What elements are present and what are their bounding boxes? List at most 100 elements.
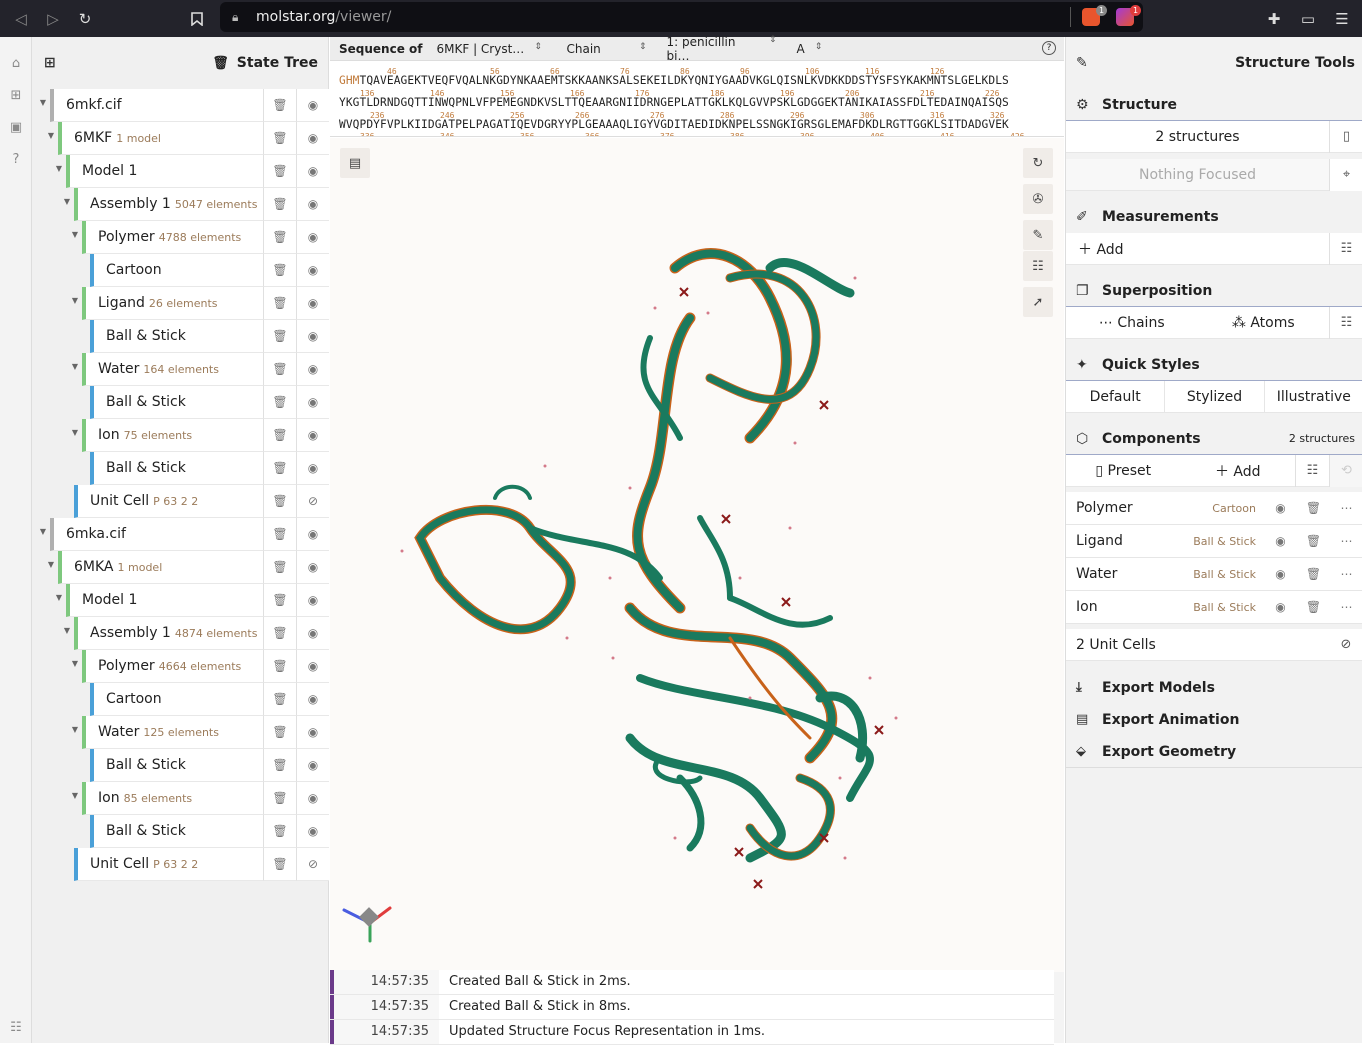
tree-icon[interactable]: ⊞ — [7, 86, 25, 104]
protein-structure-render[interactable] — [330, 138, 1064, 972]
tree-row-label[interactable]: Model 1 — [66, 155, 263, 188]
export-animation-button[interactable]: ▤ Export Animation — [1066, 704, 1362, 736]
trash-icon[interactable]: 🗑︎ — [263, 551, 296, 584]
trash-icon[interactable]: 🗑︎ — [263, 584, 296, 617]
tree-row-label[interactable]: Cartoon — [90, 683, 263, 716]
tree-row[interactable]: ▼ Water 164 elements 🗑︎ ◉ — [72, 353, 329, 386]
tree-row[interactable]: Ball & Stick 🗑︎ ◉ — [90, 386, 329, 419]
eye-icon[interactable]: ◉ — [296, 518, 329, 551]
eye-icon[interactable]: ◉ — [296, 188, 329, 221]
tree-row-label[interactable]: Ion 75 elements — [82, 419, 263, 452]
tree-row-label[interactable]: Ligand 26 elements — [82, 287, 263, 320]
caret-down-icon[interactable]: ▼ — [60, 197, 74, 206]
eye-icon[interactable]: ◉ — [296, 782, 329, 815]
entry-select[interactable]: 6MKF | Cryst… ⇕ — [437, 42, 547, 56]
trash-icon[interactable]: 🗑︎ — [263, 749, 296, 782]
component-representation[interactable]: Ball & Stick — [1193, 601, 1256, 614]
home-icon[interactable]: ⌂ — [7, 54, 25, 72]
trash-icon[interactable]: 🗑︎ — [263, 650, 296, 683]
tree-row[interactable]: ▼ Ligand 26 elements 🗑︎ ◉ — [72, 287, 329, 320]
atoms-button[interactable]: ⁂ Atoms — [1198, 315, 1330, 331]
caret-down-icon[interactable]: ▼ — [36, 98, 50, 107]
eye-icon[interactable]: ◉ — [296, 683, 329, 716]
eye-icon[interactable]: ◉ — [1264, 492, 1297, 525]
eye-icon[interactable]: ◉ — [296, 287, 329, 320]
extensions-icon[interactable]: ✚ — [1263, 8, 1285, 30]
focus-row[interactable]: Nothing Focused ⌖ — [1066, 158, 1362, 191]
sequence-line-1[interactable]: GHMTQAVEAGEKTVEQFVQALNKGDYNKAAEMTSKKAANK… — [339, 74, 1009, 87]
eye-icon[interactable]: ◉ — [296, 353, 329, 386]
mode-select[interactable]: Chain ⇕ — [567, 42, 647, 56]
eye-icon[interactable]: ◉ — [1264, 591, 1297, 624]
unit-cells-row[interactable]: 2 Unit Cells ⊘ — [1066, 629, 1362, 661]
superposition-header[interactable]: ❐ Superposition — [1066, 275, 1362, 307]
caret-down-icon[interactable]: ▼ — [68, 362, 82, 371]
tree-row[interactable]: ▼ Assembly 1 5047 elements 🗑︎ ◉ — [64, 188, 329, 221]
structure-count-row[interactable]: 2 structures ▯ — [1066, 120, 1362, 153]
trash-icon[interactable]: 🗑︎ — [263, 716, 296, 749]
entity-select[interactable]: 1: penicillin bi… ⇕ — [667, 35, 777, 63]
reload-icon[interactable]: ↻ — [74, 8, 96, 30]
help-icon[interactable]: ? — [7, 150, 25, 168]
trash-icon[interactable]: 🗑︎ — [263, 254, 296, 287]
eye-icon[interactable]: ◉ — [296, 452, 329, 485]
tree-row-label[interactable]: Polymer 4788 elements — [82, 221, 263, 254]
trash-icon[interactable]: 🗑︎ — [263, 122, 296, 155]
caret-down-icon[interactable]: ▼ — [68, 230, 82, 239]
eye-icon[interactable]: ◉ — [296, 122, 329, 155]
tree-row[interactable]: ▼ Polymer 4664 elements 🗑︎ ◉ — [72, 650, 329, 683]
caret-down-icon[interactable]: ▼ — [52, 593, 66, 602]
caret-down-icon[interactable]: ▼ — [44, 131, 58, 140]
add-measurement-button[interactable]: ＋ Add — [1066, 239, 1329, 259]
eye-icon[interactable]: ◉ — [296, 386, 329, 419]
3d-viewport[interactable]: ▤ ↻ ✇ ✎ ☷ ➚ — [330, 138, 1064, 972]
more-icon[interactable]: ⋯ — [1330, 525, 1362, 558]
tree-row-label[interactable]: Ball & Stick — [90, 320, 263, 353]
settings-sliders-icon[interactable]: ☷ — [1295, 454, 1329, 487]
tree-row[interactable]: Ball & Stick 🗑︎ ◉ — [90, 749, 329, 782]
eye-off-icon[interactable]: ⊘ — [1329, 629, 1362, 661]
sequence-view[interactable]: 46 56 66 76 86 96 106 116 126 GHMTQAVEAGEKTVEQFV… — [330, 61, 1064, 137]
address-bar[interactable]: 🔒︎ molstar.org/viewer/ 1 1 — [220, 2, 1143, 32]
eye-icon[interactable]: ◉ — [296, 320, 329, 353]
eye-icon[interactable]: ◉ — [296, 650, 329, 683]
trash-icon[interactable]: 🗑︎ — [263, 386, 296, 419]
tree-row-label[interactable]: 6mka.cif — [50, 518, 263, 551]
measurements-header[interactable]: ✐ Measurements — [1066, 201, 1362, 233]
trash-icon[interactable]: 🗑︎ — [263, 452, 296, 485]
component-row[interactable]: Ligand Ball & Stick ◉ 🗑︎ ⋯ — [1066, 525, 1362, 558]
tree-row[interactable]: ▼ Water 125 elements 🗑︎ ◉ — [72, 716, 329, 749]
sequence-line-2[interactable]: YKGTLDRNDGQTTINWQPNLVFPEMEGNDKVSLTTQEAAR… — [339, 96, 1009, 109]
trash-icon[interactable]: 🗑︎ — [263, 848, 296, 881]
component-row[interactable]: Polymer Cartoon ◉ 🗑︎ ⋯ — [1066, 492, 1362, 525]
settings-sliders-icon[interactable]: ☷ — [1329, 306, 1362, 339]
trash-icon[interactable]: 🗑︎ — [263, 518, 296, 551]
tree-row[interactable]: ▼ 6MKA 1 model 🗑︎ ◉ — [48, 551, 329, 584]
eye-icon[interactable]: ◉ — [296, 551, 329, 584]
eye-icon[interactable]: ◉ — [296, 617, 329, 650]
caret-down-icon[interactable]: ▼ — [68, 725, 82, 734]
add-component-button[interactable]: ＋ Add — [1181, 461, 1296, 481]
tree-row[interactable]: ▼ Ion 75 elements 🗑︎ ◉ — [72, 419, 329, 452]
bookmark-icon[interactable]: ▯ — [1329, 120, 1362, 153]
eye-icon[interactable]: ◉ — [1264, 525, 1297, 558]
tree-row[interactable]: ▼ Model 1 🗑︎ ◉ — [56, 584, 329, 617]
menu-icon[interactable]: ☰ — [1331, 8, 1353, 30]
trash-icon[interactable]: 🗑︎ — [263, 188, 296, 221]
tree-row-label[interactable]: Ball & Stick — [90, 386, 263, 419]
tree-row-label[interactable]: Assembly 1 4874 elements — [74, 617, 263, 650]
caret-down-icon[interactable]: ▼ — [68, 659, 82, 668]
caret-down-icon[interactable]: ▼ — [68, 791, 82, 800]
eye-off-icon[interactable]: ⊘ — [296, 848, 329, 881]
tree-row[interactable]: Ball & Stick 🗑︎ ◉ — [90, 815, 329, 848]
eye-icon[interactable]: ◉ — [296, 749, 329, 782]
tree-row-label[interactable]: 6MKF 1 model — [58, 122, 263, 155]
trash-icon[interactable]: 🗑︎ — [263, 287, 296, 320]
trash-icon[interactable]: 🗑︎ — [263, 485, 296, 518]
trash-icon[interactable]: 🗑︎ — [212, 56, 229, 71]
tree-row-label[interactable]: Water 125 elements — [82, 716, 263, 749]
export-geometry-button[interactable]: ⬙ Export Geometry — [1066, 736, 1362, 768]
eye-icon[interactable]: ◉ — [296, 254, 329, 287]
trash-icon[interactable]: 🗑︎ — [263, 815, 296, 848]
measurements-add-row[interactable]: ＋ Add ☷ — [1066, 232, 1362, 265]
